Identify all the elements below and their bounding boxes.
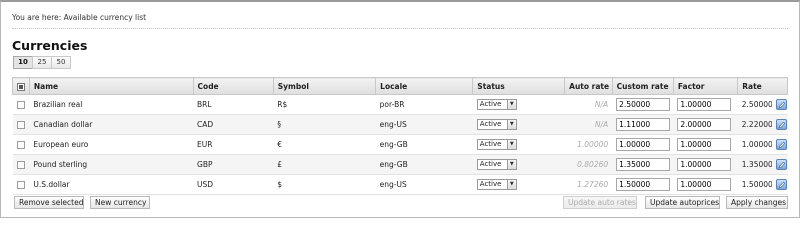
factor-input[interactable] <box>677 178 732 191</box>
currency-locale: eng-GB <box>375 154 473 175</box>
row-checkbox[interactable] <box>16 121 25 129</box>
currency-name: U.S.dollar <box>29 174 194 195</box>
currency-locale: eng-GB <box>375 134 473 155</box>
auto-rate: 1.00000 <box>564 134 613 155</box>
currency-code: BRL <box>193 94 274 115</box>
status-select[interactable]: Active ▼ <box>476 119 517 130</box>
select-all-checkbox-icon[interactable] <box>17 82 25 91</box>
status-select[interactable]: Active ▼ <box>476 159 517 170</box>
currency-locale: eng-US <box>375 174 473 195</box>
status-select[interactable]: Active ▼ <box>476 139 517 150</box>
page-size-25-button[interactable]: 25 <box>32 56 52 69</box>
remove-selected-button[interactable]: Remove selected <box>14 196 84 209</box>
rate-value: 1.35000 <box>737 154 772 175</box>
chevron-down-icon: ▼ <box>506 140 516 149</box>
chevron-down-icon: ▼ <box>506 100 516 109</box>
update-auto-rates-button[interactable]: Update auto rates <box>563 196 637 209</box>
auto-rate: N/A <box>564 114 613 135</box>
edit-icon[interactable] <box>775 159 787 170</box>
currency-code: CAD <box>193 114 274 135</box>
table-row: European euro EUR € eng-GB Active ▼ 1.000… <box>12 134 788 155</box>
currency-code: USD <box>193 174 274 195</box>
row-checkbox[interactable] <box>16 141 25 149</box>
custom-rate-input[interactable] <box>616 118 671 131</box>
table-row: Brazilian real BRL R$ por-BR Active ▼ N/A… <box>12 94 788 115</box>
column-header-symbol[interactable]: Symbol <box>272 77 377 95</box>
column-header-auto-rate[interactable]: Auto rate <box>564 77 613 95</box>
currency-symbol: R$ <box>273 94 376 115</box>
currency-name: Pound sterling <box>29 154 194 175</box>
edit-icon[interactable] <box>775 119 787 130</box>
table-row: Canadian dollar CAD § eng-US Active ▼ N/A… <box>12 114 788 135</box>
auto-rate: 1.27260 <box>564 174 613 195</box>
rate-value: 1.00000 <box>737 134 772 155</box>
currency-name: European euro <box>29 134 194 155</box>
breadcrumb: You are here: Available currency list <box>12 13 147 22</box>
row-checkbox[interactable] <box>16 101 25 109</box>
custom-rate-input[interactable] <box>616 98 671 111</box>
row-checkbox[interactable] <box>16 161 25 169</box>
column-header-locale[interactable]: Locale <box>375 77 474 95</box>
custom-rate-input[interactable] <box>616 158 671 171</box>
currency-locale: eng-US <box>375 114 473 135</box>
column-header-factor[interactable]: Factor <box>672 77 739 95</box>
divider <box>12 28 788 29</box>
select-all-cell[interactable] <box>12 77 30 95</box>
chevron-down-icon: ▼ <box>506 120 516 129</box>
currency-table: Name Code Symbol Locale Status Auto rate… <box>12 77 788 195</box>
table-row: Pound sterling GBP £ eng-GB Active ▼ 0.80… <box>12 154 788 175</box>
status-value: Active <box>479 180 502 188</box>
factor-input[interactable] <box>677 118 732 131</box>
column-header-status[interactable]: Status <box>472 77 566 95</box>
table-row: U.S.dollar USD $ eng-US Active ▼ 1.27260 … <box>12 174 788 195</box>
currency-symbol: £ <box>273 154 376 175</box>
status-value: Active <box>479 160 502 168</box>
status-value: Active <box>479 140 502 148</box>
currency-symbol: € <box>273 134 376 155</box>
factor-input[interactable] <box>677 138 732 151</box>
table-header-row: Name Code Symbol Locale Status Auto rate… <box>12 77 788 95</box>
column-header-custom-rate[interactable]: Custom rate <box>611 77 674 95</box>
auto-rate: N/A <box>564 94 613 115</box>
status-value: Active <box>479 120 502 128</box>
currency-name: Brazilian real <box>29 94 194 115</box>
page-size-pager: 10 25 50 <box>13 56 71 69</box>
custom-rate-input[interactable] <box>616 178 671 191</box>
column-header-name[interactable]: Name <box>28 77 194 95</box>
currency-code: EUR <box>193 134 274 155</box>
page-size-10-button[interactable]: 10 <box>13 56 33 69</box>
currency-locale: por-BR <box>375 94 473 115</box>
currency-name: Canadian dollar <box>29 114 194 135</box>
column-header-rate[interactable]: Rate <box>737 77 788 95</box>
chevron-down-icon: ▼ <box>506 180 516 189</box>
status-select[interactable]: Active ▼ <box>476 99 517 110</box>
factor-input[interactable] <box>677 98 732 111</box>
currency-symbol: § <box>273 114 376 135</box>
currency-symbol: $ <box>273 174 376 195</box>
status-select[interactable]: Active ▼ <box>476 179 517 190</box>
apply-changes-button[interactable]: Apply changes <box>726 196 788 209</box>
page-title: Currencies <box>12 38 88 53</box>
custom-rate-input[interactable] <box>616 138 671 151</box>
row-checkbox[interactable] <box>16 181 25 189</box>
column-header-code[interactable]: Code <box>192 77 274 95</box>
new-currency-button[interactable]: New currency <box>90 196 150 209</box>
chevron-down-icon: ▼ <box>506 160 516 169</box>
rate-value: 1.50000 <box>737 174 772 195</box>
page-size-50-button[interactable]: 50 <box>51 56 71 69</box>
status-value: Active <box>479 100 502 108</box>
update-autoprices-button[interactable]: Update autoprices <box>645 196 720 209</box>
rate-value: 2.50000 <box>737 94 772 115</box>
currency-code: GBP <box>193 154 274 175</box>
edit-icon[interactable] <box>775 139 787 150</box>
edit-icon[interactable] <box>775 179 787 190</box>
factor-input[interactable] <box>677 158 732 171</box>
rate-value: 2.22000 <box>737 114 772 135</box>
auto-rate: 0.80260 <box>564 154 613 175</box>
edit-icon[interactable] <box>775 99 787 110</box>
